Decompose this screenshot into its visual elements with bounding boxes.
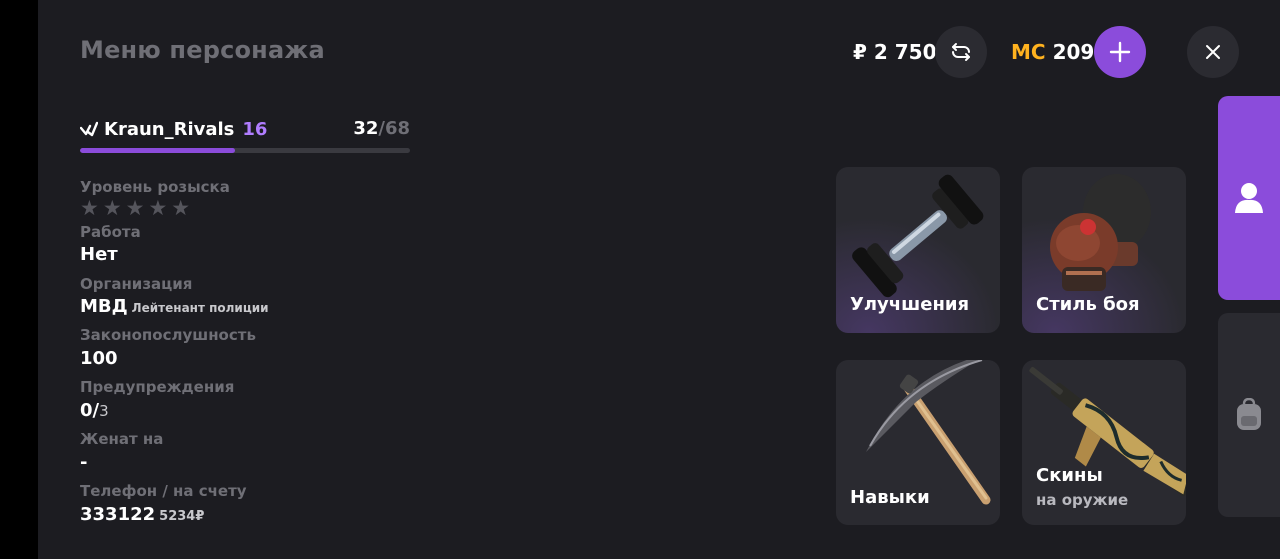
skins-tile[interactable]: Скины на оружие [1022, 360, 1186, 525]
person-icon [1235, 183, 1263, 213]
tab-inventory[interactable] [1218, 313, 1280, 517]
mc-balance: MC 209 [1011, 40, 1094, 64]
upgrades-tile[interactable]: Улучшения [836, 167, 1000, 333]
refresh-icon [952, 43, 970, 61]
org-label: Организация [80, 275, 193, 293]
warnings-max: 3 [99, 402, 109, 420]
fight-style-label: Стиль боя [1036, 294, 1140, 315]
plus-icon [1109, 41, 1131, 63]
player-header: Kraun_Rivals 16 32/68 [80, 118, 410, 153]
skins-sublabel: на оружие [1036, 491, 1129, 509]
xp-current: 32 [353, 118, 379, 139]
xp-max: /68 [378, 118, 410, 139]
skills-label: Навыки [850, 487, 930, 508]
page-title: Меню персонажа [80, 36, 325, 64]
wanted-stars: ★★★★★ [80, 196, 195, 220]
mc-value: 209 [1052, 40, 1095, 64]
job-value: Нет [80, 244, 118, 265]
warnings-value: 0/ [80, 400, 100, 421]
mc-tag: MC [1011, 40, 1046, 64]
player-name: Kraun_Rivals [104, 118, 235, 140]
phone-balance: 5234₽ [159, 509, 205, 524]
backpack-icon [1237, 398, 1261, 430]
warnings-row: 0/3 [80, 400, 109, 421]
phone-row: 333122 5234₽ [80, 504, 204, 525]
married-value: - [80, 452, 88, 473]
warnings-label: Предупреждения [80, 378, 235, 396]
law-label: Законопослушность [80, 326, 256, 344]
xp-progress-fill [80, 148, 236, 153]
upgrades-label: Улучшения [850, 294, 970, 315]
tab-profile[interactable] [1218, 96, 1280, 300]
rank-badge-icon [80, 121, 98, 137]
org-rank: Лейтенант полиции [131, 301, 269, 315]
skins-label: Скины [1036, 465, 1103, 486]
close-button[interactable] [1187, 26, 1239, 78]
rub-balance: ₽ 2 750 [853, 40, 937, 64]
player-level: 16 [242, 118, 268, 140]
close-icon [1206, 45, 1220, 59]
married-label: Женат на [80, 430, 164, 448]
phone-label: Телефон / на счету [80, 482, 247, 500]
law-value: 100 [80, 348, 118, 369]
wanted-label: Уровень розыска [80, 178, 230, 196]
xp-progress-bar [80, 148, 410, 153]
job-label: Работа [80, 223, 141, 241]
xp-counter: 32/68 [353, 118, 410, 139]
org-value: МВД [80, 296, 128, 317]
add-currency-button[interactable] [1094, 26, 1146, 78]
org-row: МВД Лейтенант полиции [80, 296, 269, 317]
fight-style-tile[interactable]: Стиль боя [1022, 167, 1186, 333]
skills-tile[interactable]: Навыки [836, 360, 1000, 525]
phone-number: 333122 [80, 504, 156, 525]
exchange-button[interactable] [935, 26, 987, 78]
